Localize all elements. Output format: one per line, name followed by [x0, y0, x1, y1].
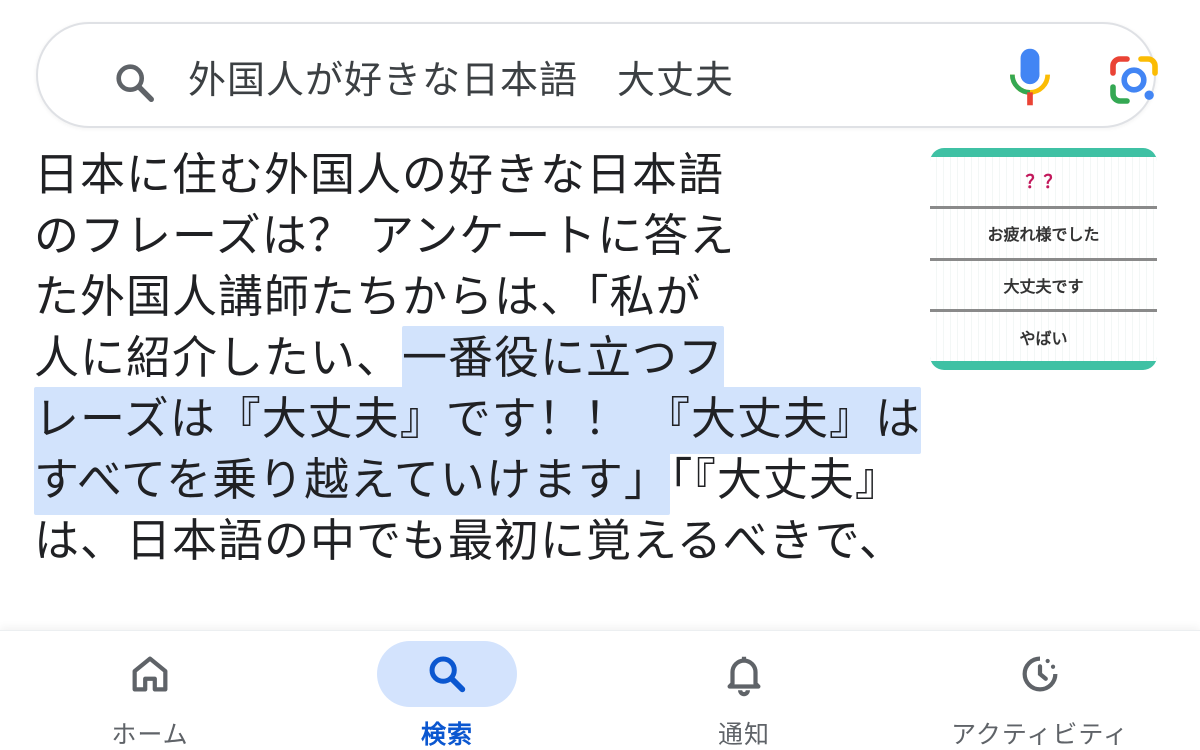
- nav-home[interactable]: ホーム: [40, 631, 260, 750]
- thumbnail-row: ？？: [930, 157, 1157, 209]
- snippet-line: レーズは『大丈夫』です！！ 『大丈夫』は: [34, 387, 1154, 454]
- highlighted-text: 一番役に立つフ: [402, 326, 725, 393]
- bottom-navigation: ホーム 検索 通知 アクティビティ: [0, 630, 1200, 750]
- snippet-line: は、日本語の中でも最初に覚えるべきで、: [34, 510, 1154, 571]
- search-input[interactable]: [188, 46, 978, 106]
- nav-activity[interactable]: アクティビティ: [930, 631, 1150, 750]
- snippet-text: 日本に住む外国人の好きな日本語: [34, 148, 725, 201]
- search-icon[interactable]: [112, 60, 158, 106]
- snippet-text: のフレーズは？ アンケートに答え: [34, 209, 736, 262]
- search-icon: [429, 656, 466, 693]
- thumbnail-row: やばい: [1019, 328, 1068, 348]
- thumbnail-row: 大丈夫です: [930, 261, 1157, 313]
- thumbnail-row: お疲れ様でした: [930, 209, 1157, 261]
- nav-search-label: 検索: [420, 720, 473, 749]
- search-bar[interactable]: [36, 22, 1158, 128]
- snippet-line: すべてを乗り越えていけます」「『大丈夫』: [34, 448, 1154, 515]
- nav-activity-label: アクティビティ: [951, 720, 1129, 749]
- snippet-text: た外国人講師たちからは、「私が: [34, 270, 702, 323]
- home-icon: [132, 656, 168, 692]
- snippet-text: は、日本語の中でも最初に覚えるべきで、: [34, 514, 905, 567]
- bell-icon: [727, 656, 761, 697]
- highlighted-text: すべてを乗り越えていけます」: [34, 448, 670, 515]
- nav-home-label: ホーム: [111, 720, 189, 749]
- highlighted-text: レーズは『大丈夫』です！！ 『大丈夫』は: [34, 387, 922, 454]
- nav-notifications[interactable]: 通知: [634, 631, 854, 750]
- screen: 日本に住む外国人の好きな日本語のフレーズは？ アンケートに答えた外国人講師たちか…: [0, 0, 1200, 750]
- thumbnail-table: ？？ お疲れ様でした 大丈夫ですやばい: [930, 157, 1157, 361]
- result-thumbnail[interactable]: ？？ お疲れ様でした 大丈夫ですやばい: [930, 148, 1157, 370]
- snippet-text: 人に紹介したい、: [34, 331, 403, 384]
- snippet-text: 「『大丈夫』: [669, 453, 901, 506]
- microphone-icon[interactable]: [1000, 44, 1060, 110]
- nav-search[interactable]: 検索: [337, 631, 557, 750]
- google-lens-icon[interactable]: [1106, 52, 1162, 108]
- activity-icon: [1022, 656, 1058, 692]
- nav-notifications-label: 通知: [717, 720, 770, 749]
